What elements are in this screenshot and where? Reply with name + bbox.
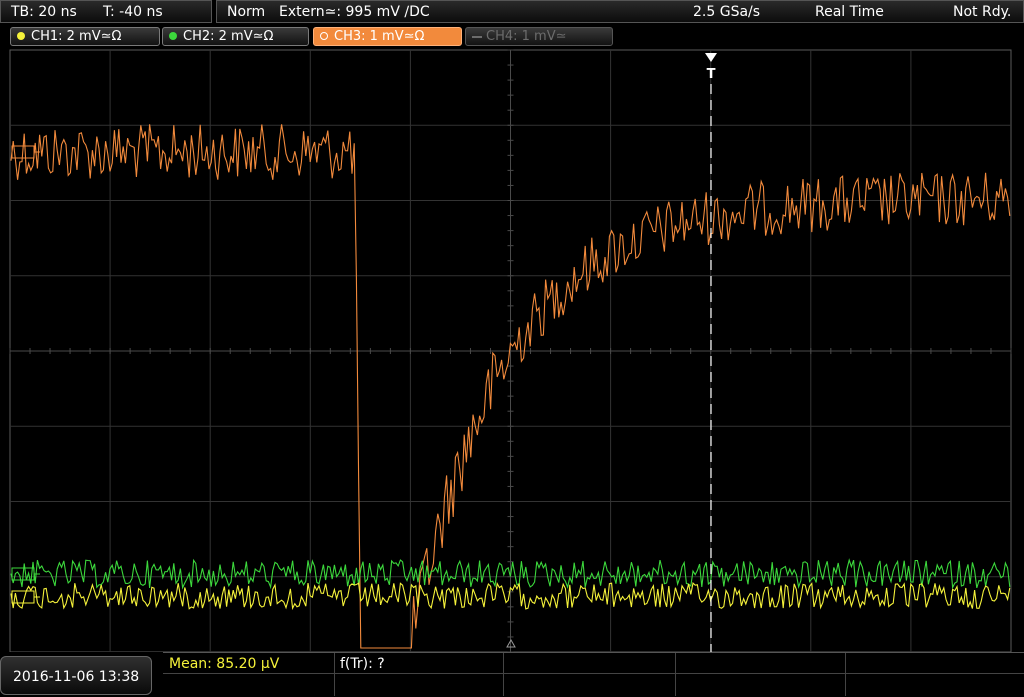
trigger-offset-value: T: -40 ns — [103, 4, 163, 20]
measurement-col-divider — [675, 653, 676, 696]
acquisition-mode: Real Time — [815, 4, 884, 20]
measurement-col-divider — [503, 653, 504, 696]
channel-tab-ch4[interactable]: CH4: 1 mV≃ — [465, 27, 613, 46]
timebase-panel[interactable]: TB: 20 ns T: -40 ns — [0, 0, 212, 23]
trigger-marker-label: T — [707, 67, 716, 82]
ch4-label: CH4: 1 mV≃ — [486, 29, 567, 44]
channel-tab-ch3[interactable]: CH3: 1 mV≃Ω — [313, 27, 462, 46]
top-status-bar: TB: 20 ns T: -40 ns Norm Extern≃: 995 mV… — [0, 0, 1024, 24]
measurement-row-divider — [163, 673, 1024, 674]
timebase-value: TB: 20 ns — [11, 4, 77, 20]
run-status: Not Rdy. — [953, 4, 1012, 20]
ch1-indicator-icon — [17, 32, 25, 40]
measurement-panel[interactable]: Mean: 85.20 µV f(Tr): ? — [163, 652, 1024, 696]
channel-tabs: CH1: 2 mV≃Ω CH2: 2 mV≃Ω CH3: 1 mV≃Ω CH4:… — [0, 24, 1024, 48]
trigger-mode: Norm — [227, 4, 266, 20]
ch3-label: CH3: 1 mV≃Ω — [334, 29, 425, 44]
acquisition-status-panel[interactable]: Norm Extern≃: 995 mV ∕DC 2.5 GSa/s Real … — [216, 0, 1024, 23]
ch2-label: CH2: 2 mV≃Ω — [183, 29, 274, 44]
waveform-display[interactable]: T — [0, 48, 1024, 653]
measurement-mean[interactable]: Mean: 85.20 µV — [169, 654, 279, 674]
ch3-indicator-icon — [320, 32, 328, 40]
waveform-canvas[interactable]: T — [0, 48, 1024, 653]
measurement-col-divider — [845, 653, 846, 696]
measurement-col-divider — [334, 653, 335, 696]
sample-rate: 2.5 GSa/s — [693, 4, 761, 20]
ch1-label: CH1: 2 mV≃Ω — [31, 29, 122, 44]
trigger-source: Extern≃: 995 mV ∕DC — [279, 4, 430, 20]
ch2-indicator-icon — [169, 32, 177, 40]
channel-tab-ch2[interactable]: CH2: 2 mV≃Ω — [162, 27, 309, 46]
measurement-rise-frequency[interactable]: f(Tr): ? — [340, 654, 385, 674]
datetime-display: 2016-11-06 13:38 — [0, 656, 152, 695]
bottom-bar: 2016-11-06 13:38 Mean: 85.20 µV f(Tr): ? — [0, 652, 1024, 696]
ch4-indicator-icon — [472, 36, 482, 38]
channel-tab-ch1[interactable]: CH1: 2 mV≃Ω — [10, 27, 160, 46]
